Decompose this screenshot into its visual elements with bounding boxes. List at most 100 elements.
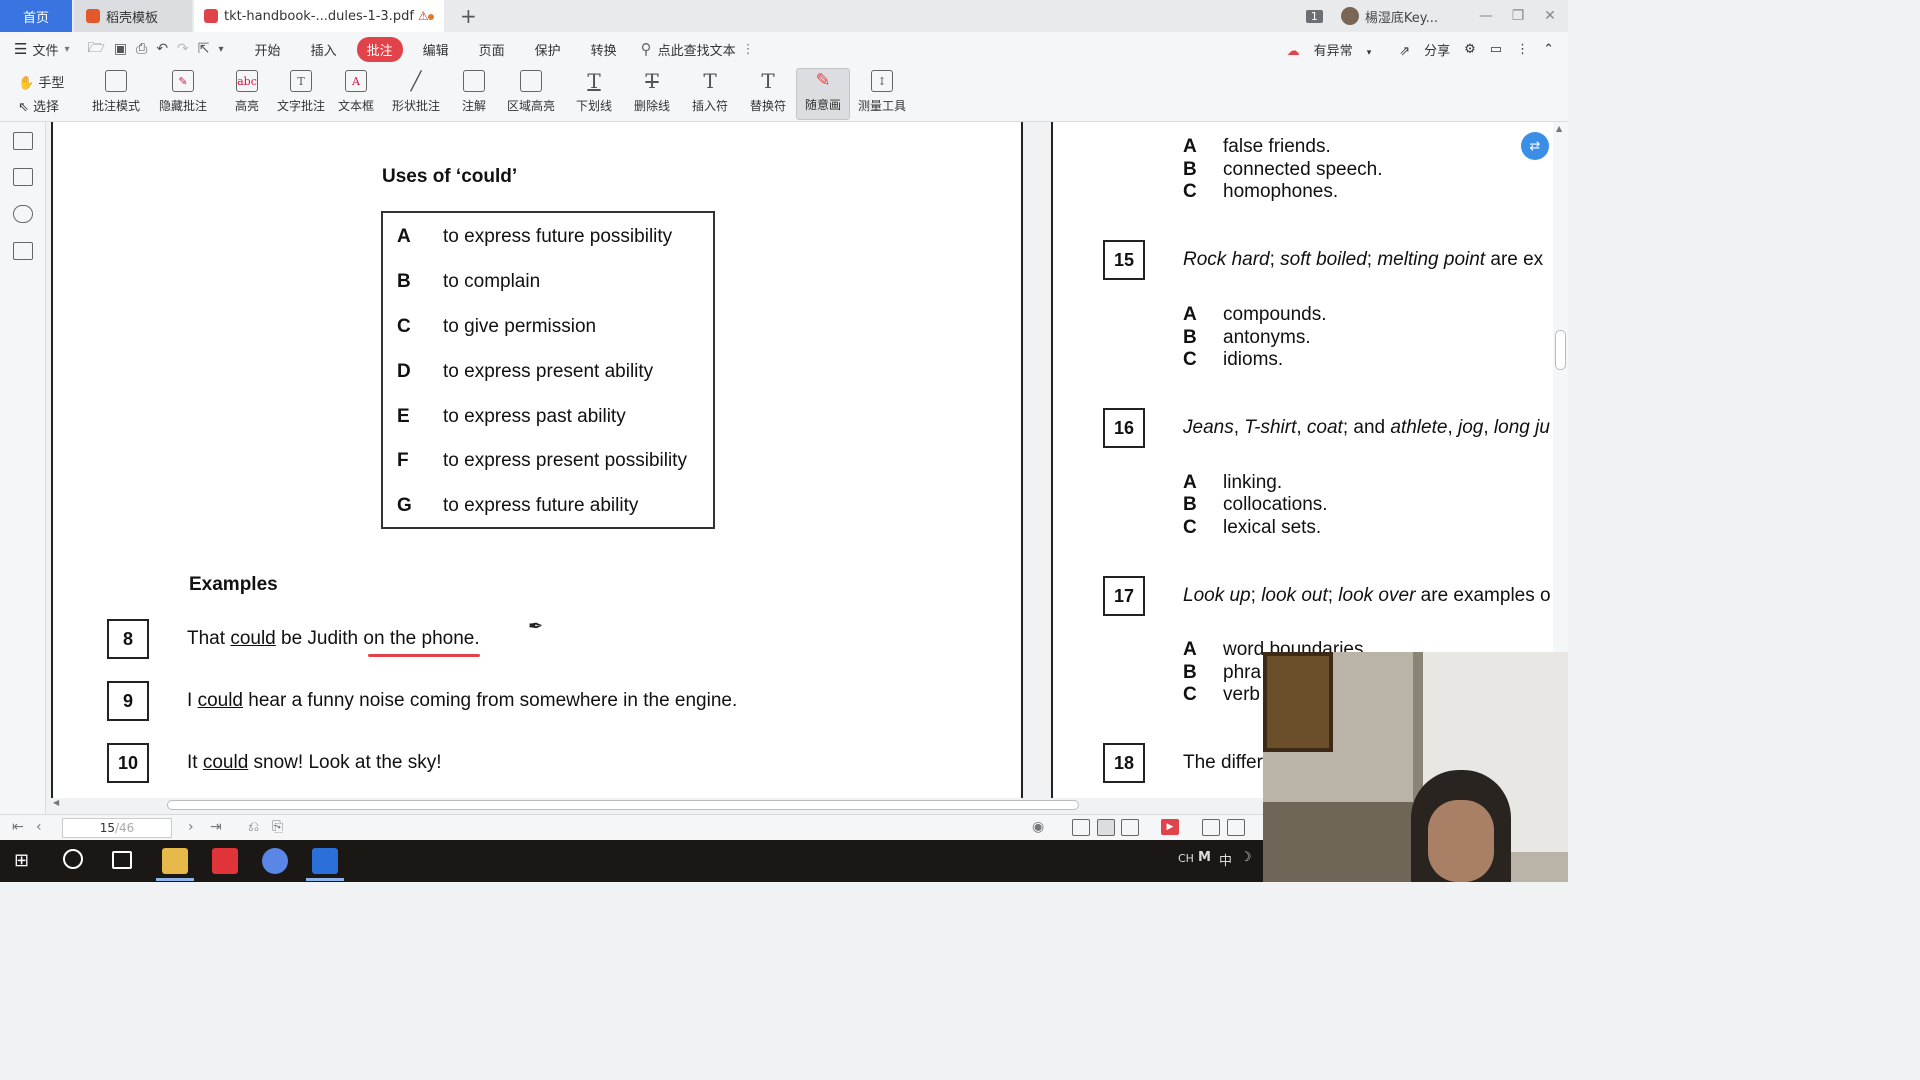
option-text: to express present ability xyxy=(443,361,654,382)
tab-protect[interactable]: 保护 xyxy=(525,37,571,62)
file-explorer-icon[interactable] xyxy=(162,848,188,874)
sync-status-button[interactable]: ☁ 有异常 ▾ xyxy=(1273,40,1372,59)
hide-annotation-button[interactable]: ✎ 隐藏批注 xyxy=(155,68,211,120)
option-text: homophones. xyxy=(1223,181,1339,202)
annotation-list-icon[interactable] xyxy=(13,242,33,260)
underline-button[interactable]: T 下划线 xyxy=(568,68,620,120)
close-icon[interactable]: ✕ xyxy=(1536,8,1564,24)
eye-protection-icon[interactable]: ◉ xyxy=(1032,819,1044,835)
moon-icon[interactable]: ☽ xyxy=(1240,850,1252,865)
insert-caret-button[interactable]: T 插入符 xyxy=(684,68,736,120)
freehand-draw-button[interactable]: ✎ 随意画 xyxy=(796,68,850,120)
scroll-left-icon[interactable]: ◀ xyxy=(53,798,59,807)
share-button[interactable]: ⇗ 分享 xyxy=(1385,40,1450,59)
export-icon[interactable]: ⇱ xyxy=(198,41,210,57)
more-vertical-icon[interactable]: ⋮ xyxy=(742,42,755,57)
cursor-mode-group: ✋ 手型 ⇖ 选择 xyxy=(18,72,64,120)
print-icon[interactable]: ⎙ xyxy=(136,41,147,57)
text-annotation-button[interactable]: T 文字批注 xyxy=(274,68,328,120)
two-page-view-icon[interactable] xyxy=(1121,819,1139,836)
option-text: antonyms. xyxy=(1223,327,1311,348)
undo-icon[interactable]: ↶ xyxy=(156,41,168,57)
strikethrough-button[interactable]: T 删除线 xyxy=(626,68,678,120)
tab-edit[interactable]: 编辑 xyxy=(413,37,459,62)
comment-icon[interactable]: ▭ xyxy=(1490,42,1502,57)
open-folder-icon[interactable]: 🗁 xyxy=(88,37,105,61)
wps-office-icon[interactable] xyxy=(312,848,338,874)
settings-gear-icon[interactable]: ⚙ xyxy=(1464,42,1476,57)
file-menu[interactable]: ☰ 文件 ▾ xyxy=(14,40,70,59)
replace-caret-icon: T xyxy=(761,69,775,93)
continuous-view-icon[interactable] xyxy=(1072,819,1090,836)
ime-chinese[interactable]: 中 xyxy=(1219,850,1232,869)
shape-annotation-button[interactable]: ╱ 形状批注 xyxy=(385,68,447,120)
youdao-dictionary-icon[interactable] xyxy=(212,848,238,874)
page-number-input[interactable]: 15/46 xyxy=(62,818,172,838)
list-item: A to express future possibility xyxy=(383,222,713,252)
select-tool[interactable]: ⇖ 选择 xyxy=(18,96,64,120)
play-slideshow-icon[interactable]: ▶ xyxy=(1161,819,1179,835)
measure-tool-button[interactable]: ↕ 测量工具 xyxy=(854,68,910,120)
app-icon[interactable] xyxy=(262,848,288,874)
tab-insert[interactable]: 插入 xyxy=(301,37,347,62)
rotate-left-icon[interactable]: ⎌ xyxy=(248,819,259,835)
note-button[interactable]: 注解 xyxy=(454,68,494,120)
last-page-icon[interactable]: ⇥ xyxy=(210,819,222,835)
windows-start-icon[interactable]: ⊞ xyxy=(14,850,29,871)
minimize-icon[interactable]: — xyxy=(1472,8,1500,24)
thumbnails-icon[interactable] xyxy=(13,132,33,150)
tab-start[interactable]: 开始 xyxy=(245,37,291,62)
annotation-mode-button[interactable]: 批注模式 xyxy=(88,68,144,120)
vertical-scroll-thumb[interactable] xyxy=(1555,330,1566,370)
hand-tool[interactable]: ✋ 手型 xyxy=(18,72,64,96)
find-text-search[interactable]: ⚲ 点此查找文本 ⋮ xyxy=(641,40,755,59)
status-chevron-icon: ▾ xyxy=(1366,47,1372,58)
scroll-up-icon[interactable]: ▲ xyxy=(1556,124,1562,133)
task-view-icon[interactable] xyxy=(112,851,132,869)
example-number: 10 xyxy=(107,743,149,783)
area-highlight-button[interactable]: 区域高亮 xyxy=(500,68,562,120)
actual-size-icon[interactable] xyxy=(1202,819,1220,836)
user-name[interactable]: 楊湿底Key... xyxy=(1365,7,1438,26)
more-options-icon[interactable]: ⋮ xyxy=(1516,42,1529,57)
tab-convert[interactable]: 转换 xyxy=(581,37,627,62)
tab-bar: 首页 稻壳模板 tkt-handbook-...dules-1-3.pdf ⚠ … xyxy=(0,0,1568,32)
window-count-badge[interactable]: 1 xyxy=(1305,9,1323,23)
insert-caret-label: 插入符 xyxy=(691,99,728,113)
rotate-right-icon[interactable]: ⎘ xyxy=(272,819,283,835)
save-icon[interactable]: ▣ xyxy=(114,41,127,57)
example-could: could xyxy=(202,752,249,773)
search-input[interactable]: 点此查找文本 xyxy=(658,40,736,59)
question-part: Rock hard xyxy=(1183,249,1270,270)
image-icon[interactable] xyxy=(13,168,33,186)
tab-pdf-document[interactable]: tkt-handbook-...dules-1-3.pdf ⚠ xyxy=(194,0,444,32)
replace-caret-button[interactable]: T 替换符 xyxy=(742,68,794,120)
textbox-button[interactable]: A 文本框 xyxy=(336,68,376,120)
question-part: , xyxy=(1447,417,1458,438)
ime-mode-icon[interactable]: M xyxy=(1198,850,1211,865)
fit-page-icon[interactable] xyxy=(1227,819,1245,836)
tab-annotate[interactable]: 批注 xyxy=(356,36,403,62)
restore-icon[interactable]: ❐ xyxy=(1504,8,1532,24)
avatar[interactable] xyxy=(1340,7,1359,25)
previous-page-icon[interactable]: ‹ xyxy=(36,819,42,835)
redo-icon[interactable]: ↷ xyxy=(177,41,189,57)
tab-page[interactable]: 页面 xyxy=(469,37,515,62)
next-page-icon[interactable]: › xyxy=(188,819,194,835)
new-tab-plus-icon[interactable]: + xyxy=(460,4,477,28)
customize-chevron-icon[interactable]: ▾ xyxy=(219,44,224,55)
unsaved-dot-icon[interactable] xyxy=(428,14,434,20)
single-page-view-icon[interactable] xyxy=(1097,819,1115,836)
highlight-button[interactable]: abc 高亮 xyxy=(228,68,266,120)
cortana-search-icon[interactable] xyxy=(63,849,83,869)
horizontal-scroll-thumb[interactable] xyxy=(167,800,1079,810)
input-language[interactable]: CH xyxy=(1178,852,1194,865)
freehand-annotation-mark[interactable] xyxy=(368,654,480,657)
first-page-icon[interactable]: ⇤ xyxy=(12,819,24,835)
tab-home[interactable]: 首页 xyxy=(0,0,72,32)
tab-template[interactable]: 稻壳模板 xyxy=(74,0,192,32)
floating-translate-button[interactable]: ⇄ xyxy=(1521,132,1549,160)
shape-annotation-icon: ╱ xyxy=(410,70,422,92)
collapse-ribbon-icon[interactable]: ⌃ xyxy=(1543,42,1554,57)
bookmark-icon[interactable] xyxy=(13,205,33,223)
